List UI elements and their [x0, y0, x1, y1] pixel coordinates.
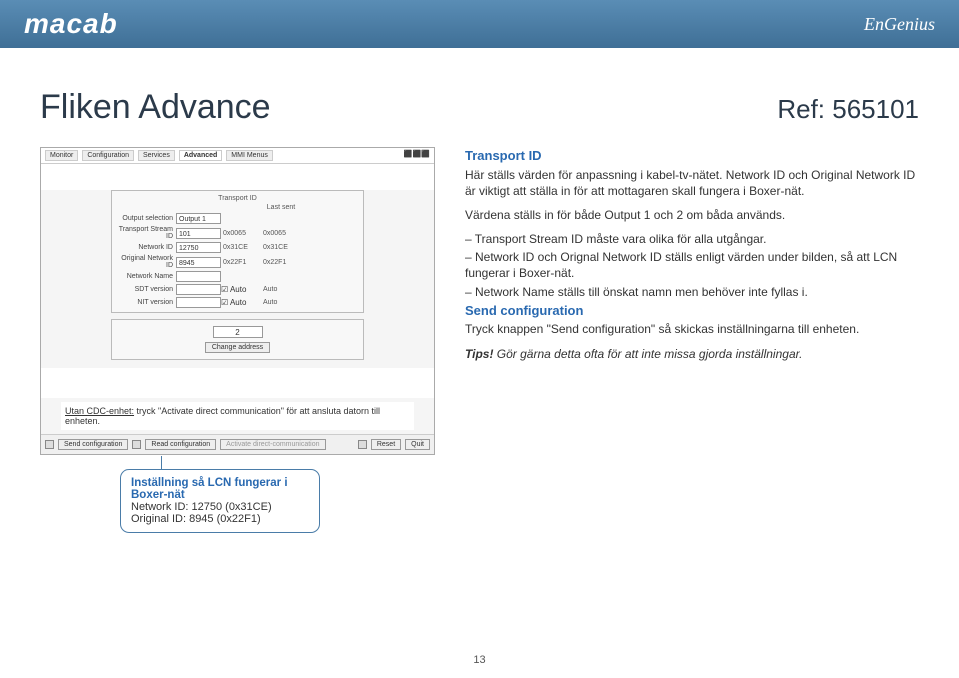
lbl-netid: Network ID	[116, 244, 176, 251]
logo-macab: macab	[24, 8, 118, 40]
send-config-heading: Send configuration	[465, 302, 919, 320]
reset-button[interactable]: Reset	[371, 439, 401, 450]
orig-net-id-last: 0x22F1	[261, 259, 301, 266]
tab-mmi-menus[interactable]: MMI Menus	[226, 150, 273, 161]
change-address-button[interactable]: Change address	[205, 342, 270, 353]
tab-monitor[interactable]: Monitor	[45, 150, 78, 161]
ss-top: Monitor Configuration Services Advanced …	[41, 148, 434, 164]
sdt-auto-label: Auto	[230, 285, 246, 294]
net-id-input[interactable]: 12750	[176, 242, 221, 253]
sdt-last: Auto	[261, 286, 301, 293]
bullet-2: – Network ID och Orignal Network ID stäl…	[465, 249, 919, 281]
lbl-nit: NIT version	[116, 299, 176, 306]
status-led-1	[45, 440, 54, 449]
bullet-3: – Network Name ställs till önskat namn m…	[465, 284, 919, 300]
app-screenshot: Monitor Configuration Services Advanced …	[40, 147, 435, 455]
tips-line: Tips! Gör gärna detta ofta för att inte …	[465, 346, 919, 362]
network-name-input[interactable]	[176, 271, 221, 282]
cdc-warning: Utan CDC-enhet: tryck "Activate direct c…	[61, 402, 414, 430]
page-number: 13	[473, 654, 485, 666]
callout-title: Inställning så LCN fungerar i Boxer-nät	[131, 477, 309, 501]
lbl-sdt: SDT version	[116, 286, 176, 293]
title-row: Fliken Advance Ref: 565101	[40, 88, 919, 127]
sdt-version-input[interactable]	[176, 284, 221, 295]
sdt-auto-check[interactable]: ☑ Auto	[221, 285, 261, 294]
transport-id-heading: Transport ID	[465, 147, 919, 165]
header-bar: macab EnGenius	[0, 0, 959, 48]
ss-bottom-bar: Send configuration Read configuration Ac…	[41, 434, 434, 454]
nit-last: Auto	[261, 299, 301, 306]
bullet-1: – Transport Stream ID måste vara olika f…	[465, 231, 919, 247]
tab-advanced[interactable]: Advanced	[179, 150, 222, 161]
quit-button[interactable]: Quit	[405, 439, 430, 450]
address-panel: 2 Change address	[111, 319, 364, 360]
lbl-tsid: Transport Stream ID	[116, 226, 176, 240]
net-id-last: 0x31CE	[261, 244, 301, 251]
page-title: Fliken Advance	[40, 88, 271, 127]
status-led-2	[132, 440, 141, 449]
ss-top-right: ⬛⬛⬛	[404, 150, 430, 161]
lbl-netname: Network Name	[116, 273, 176, 280]
logo-engenius: EnGenius	[864, 14, 935, 35]
transport-id-panel: Transport ID Last sent Output selection …	[111, 190, 364, 313]
ts-id-input[interactable]: 101	[176, 228, 221, 239]
lcn-callout: Inställning så LCN fungerar i Boxer-nät …	[120, 469, 320, 533]
ts-id-hex: 0x0065	[221, 230, 261, 237]
ss-tabs: Monitor Configuration Services Advanced …	[45, 150, 273, 161]
page-ref: Ref: 565101	[777, 94, 919, 125]
tips-text: Gör gärna detta ofta för att inte missa …	[493, 347, 802, 361]
right-column: Transport ID Här ställs värden för anpas…	[465, 147, 919, 455]
activate-direct-button[interactable]: Activate direct-communication	[220, 439, 325, 450]
net-id-hex: 0x31CE	[221, 244, 261, 251]
ts-id-last: 0x0065	[261, 230, 301, 237]
send-config-button[interactable]: Send configuration	[58, 439, 128, 450]
output-selection[interactable]: Output 1	[176, 213, 221, 224]
status-led-3	[358, 440, 367, 449]
cdc-warning-prefix: Utan CDC-enhet:	[65, 406, 134, 416]
tips-label: Tips!	[465, 347, 493, 361]
transport-id-title: Transport ID	[116, 195, 359, 202]
tab-services[interactable]: Services	[138, 150, 175, 161]
nit-auto-label: Auto	[230, 298, 246, 307]
transport-p2: Värdena ställs in för både Output 1 och …	[465, 207, 919, 223]
lbl-output: Output selection	[116, 215, 176, 222]
read-config-button[interactable]: Read configuration	[145, 439, 216, 450]
address-value[interactable]: 2	[213, 326, 263, 338]
callout-line1: Network ID: 12750 (0x31CE)	[131, 501, 309, 513]
nit-auto-check[interactable]: ☑ Auto	[221, 298, 261, 307]
send-config-p: Tryck knappen "Send configuration" så sk…	[465, 321, 919, 337]
tab-configuration[interactable]: Configuration	[82, 150, 134, 161]
orig-net-id-hex: 0x22F1	[221, 259, 261, 266]
transport-p1: Här ställs värden för anpassning i kabel…	[465, 167, 919, 199]
nit-version-input[interactable]	[176, 297, 221, 308]
last-sent-header: Last sent	[261, 204, 301, 211]
callout-line2: Original ID: 8945 (0x22F1)	[131, 513, 309, 525]
orig-net-id-input[interactable]: 8945	[176, 257, 221, 268]
lbl-orignetid: Original Network ID	[116, 255, 176, 269]
